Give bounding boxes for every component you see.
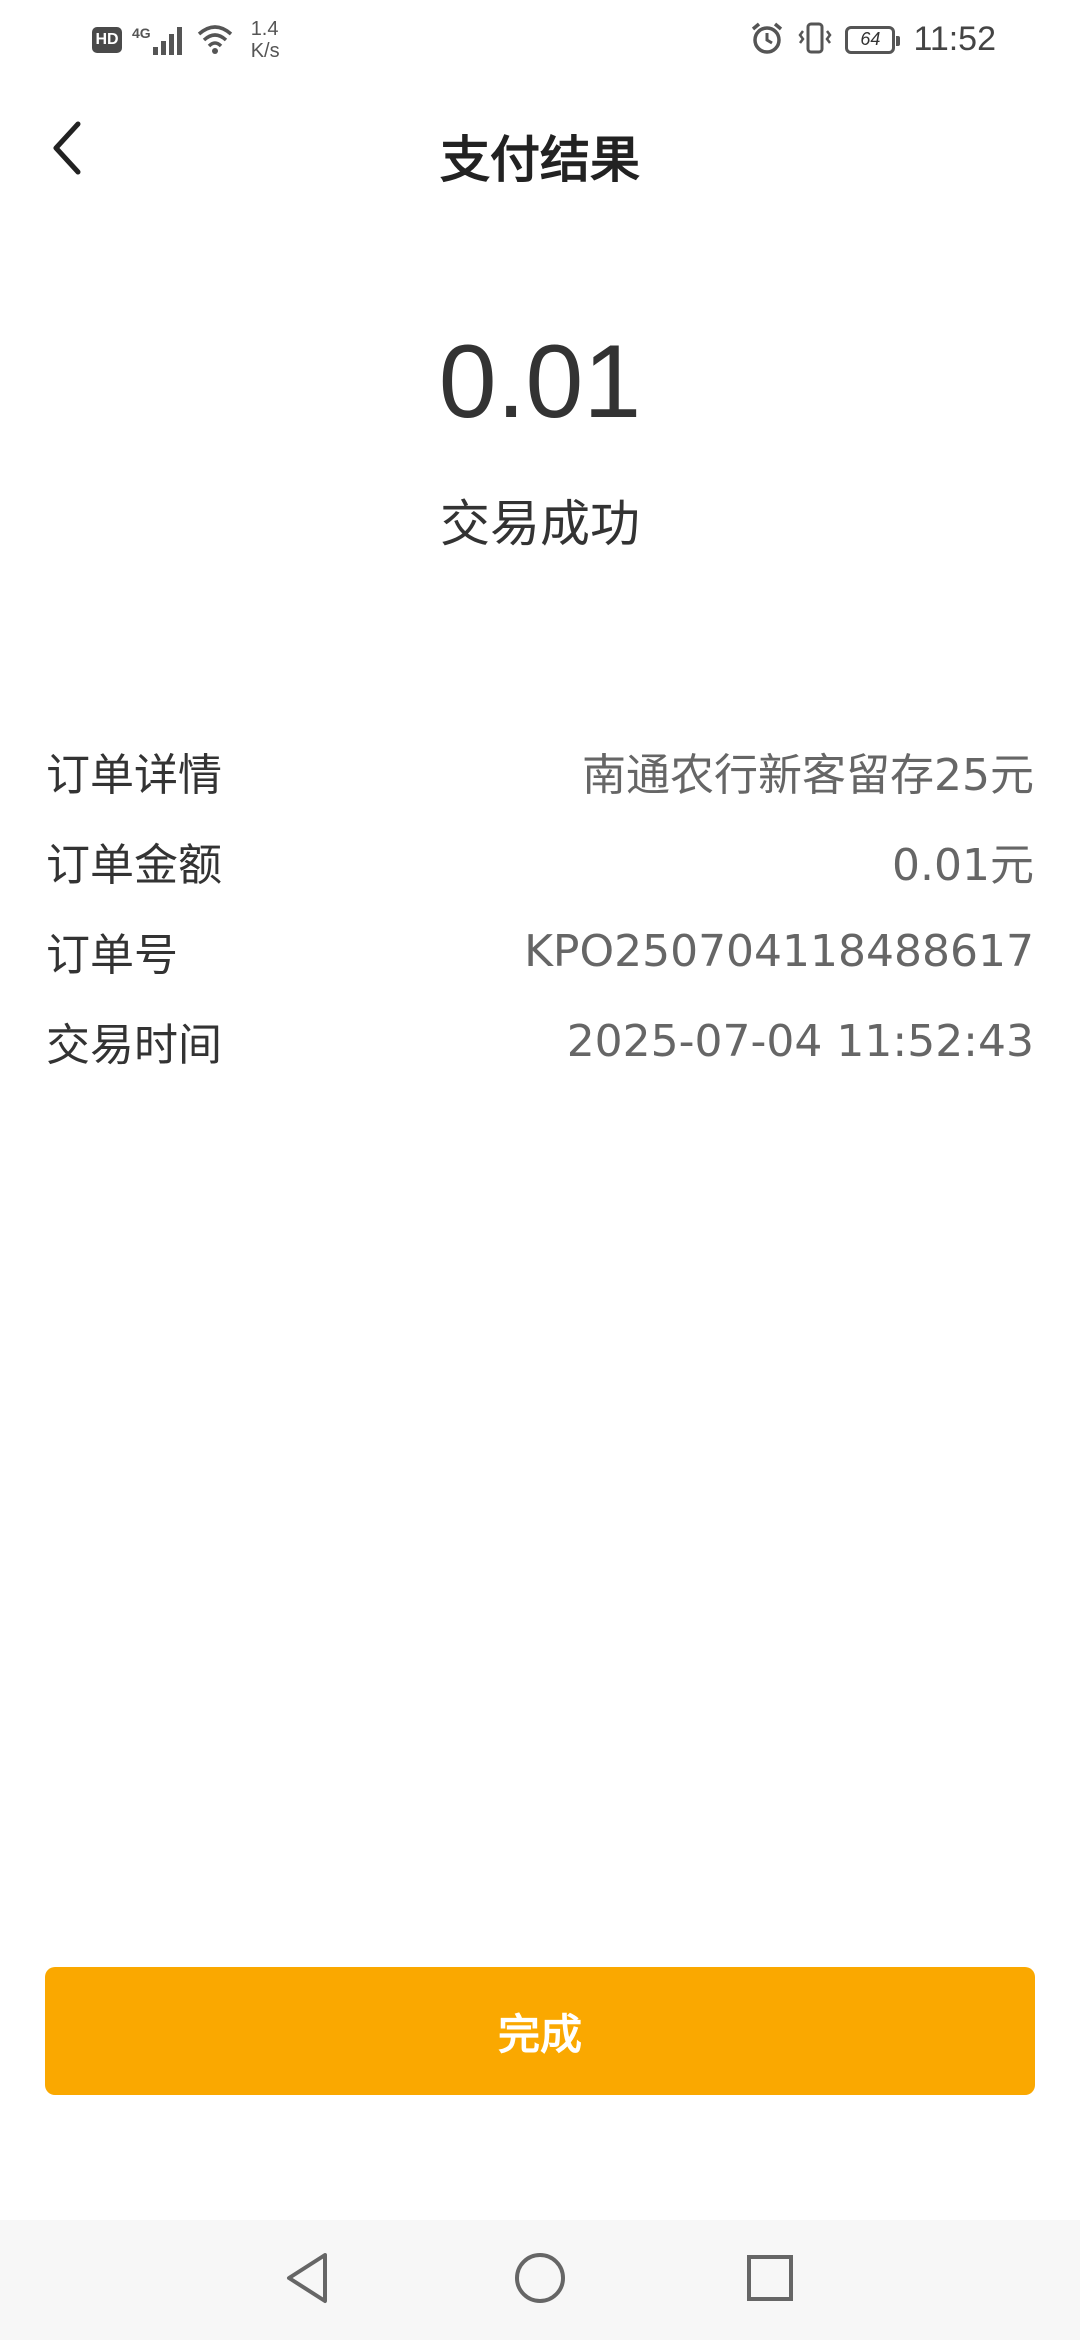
- alarm-icon: [749, 21, 785, 59]
- done-button[interactable]: 完成: [45, 1967, 1035, 2095]
- recents-square-icon: [745, 2253, 795, 2307]
- detail-value: 0.01元: [892, 840, 1034, 891]
- detail-row-order-amount: 订单金额 0.01元: [46, 816, 1034, 906]
- nav-back-button[interactable]: [278, 2250, 338, 2310]
- home-circle-icon: [513, 2251, 567, 2309]
- network-speed-unit: K/s: [250, 40, 280, 62]
- hd-icon: HD: [92, 27, 122, 53]
- vibrate-icon: [797, 21, 833, 59]
- detail-value: KPO250704118488617: [524, 925, 1034, 977]
- detail-row-order-info: 订单详情 南通农行新客留存25元: [46, 726, 1034, 816]
- signal-icon: 4G: [132, 25, 185, 55]
- order-details: 订单详情 南通农行新客留存25元 订单金额 0.01元 订单号 KPO25070…: [46, 726, 1034, 1086]
- detail-value: 南通农行新客留存25元: [582, 750, 1034, 801]
- done-button-label: 完成: [497, 2009, 582, 2059]
- status-bar-right: 64 11:52: [749, 20, 996, 59]
- back-triangle-icon: [283, 2251, 333, 2309]
- detail-label: 订单号: [46, 930, 178, 981]
- status-bar-left: HD 4G 1.4 K/s: [92, 18, 280, 62]
- page-title: 支付结果: [440, 131, 640, 189]
- nav-recents-button[interactable]: [740, 2250, 800, 2310]
- nav-home-button[interactable]: [510, 2250, 570, 2310]
- wifi-icon: [195, 22, 235, 58]
- system-nav-bar: [0, 2220, 1080, 2340]
- detail-row-transaction-time: 交易时间 2025-07-04 11:52:43: [46, 996, 1034, 1086]
- payment-amount: 0.01: [438, 324, 642, 440]
- status-bar: HD 4G 1.4 K/s 64 11:52: [0, 0, 1080, 86]
- detail-label: 订单金额: [46, 840, 222, 891]
- header: 支付结果: [0, 100, 1080, 200]
- payment-status: 交易成功: [440, 495, 640, 553]
- network-speed-value: 1.4: [250, 18, 279, 40]
- status-time: 11:52: [913, 20, 996, 58]
- detail-row-order-number: 订单号 KPO250704118488617: [46, 906, 1034, 996]
- network-speed: 1.4 K/s: [251, 18, 280, 62]
- battery-icon: 64: [845, 25, 901, 54]
- detail-label: 交易时间: [46, 1020, 222, 1071]
- detail-value: 2025-07-04 11:52:43: [566, 1015, 1034, 1067]
- detail-label: 订单详情: [46, 750, 222, 801]
- network-type-label: 4G: [132, 25, 151, 41]
